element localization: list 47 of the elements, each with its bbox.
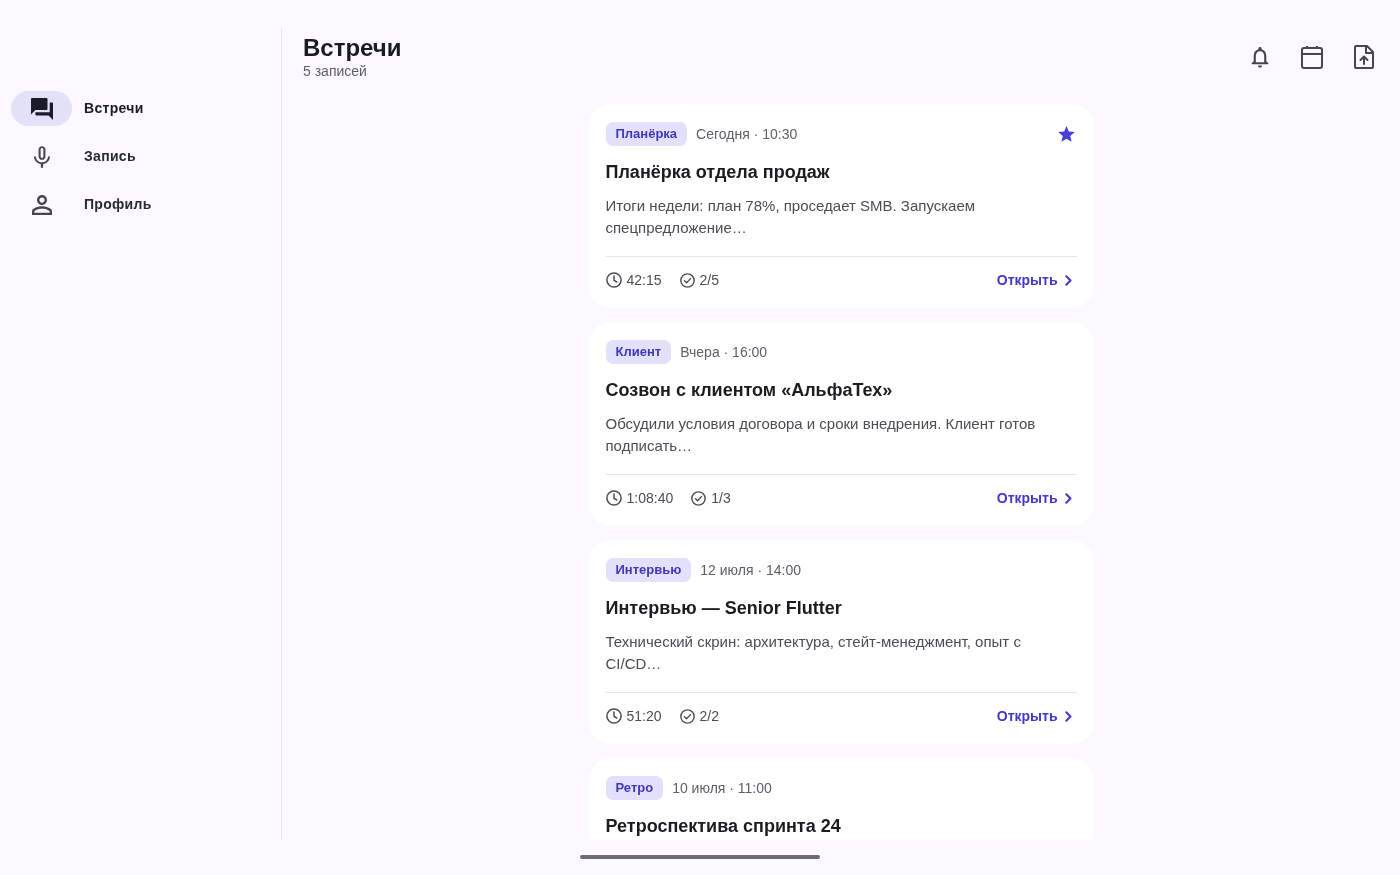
open-link[interactable]: Открыть xyxy=(996,269,1077,291)
meeting-title: Созвон с клиентом «АльфаТех» xyxy=(605,379,894,402)
page-title: Встречи xyxy=(303,33,402,63)
chevron-right-icon xyxy=(1064,492,1072,504)
duration-text: 51:20 xyxy=(626,706,662,726)
check-circle-icon xyxy=(679,272,695,288)
tasks-count: 2/2 xyxy=(699,706,719,726)
meeting-title: Ретроспектива спринта 24 xyxy=(605,815,842,838)
clock-icon xyxy=(605,272,622,288)
nav-item[interactable]: Встречи xyxy=(11,91,270,126)
meeting-summary: Обсудили условия договора и сроки внедрения. Клиент готов подписать… xyxy=(605,414,1037,456)
clock-icon xyxy=(605,490,622,506)
nav-item[interactable]: Запись xyxy=(11,139,270,174)
duration-text: 42:15 xyxy=(626,270,662,290)
category-tag: Ретро xyxy=(605,776,664,800)
bell-icon xyxy=(1250,46,1270,68)
meeting-summary: Технический скрин: архитектура, стейт-менеджмент, опыт с CI/CD… xyxy=(605,632,1022,674)
microphone-icon xyxy=(33,145,50,168)
meeting-title: Интервью — Senior Flutter xyxy=(605,597,843,620)
meeting-date: Сегодня · 10:30 xyxy=(696,124,798,144)
chevron-right-icon xyxy=(1064,710,1072,722)
chat-bubbles-icon xyxy=(30,97,53,120)
calendar-button[interactable] xyxy=(1300,45,1324,69)
meeting-title: Планёрка отдела продаж xyxy=(605,161,831,184)
category-tag: Клиент xyxy=(605,340,672,364)
clock-icon xyxy=(605,708,622,724)
person-icon xyxy=(31,194,52,215)
meeting-date: 10 июля · 11:00 xyxy=(672,778,772,798)
nav-item[interactable]: Профиль xyxy=(11,187,270,222)
check-circle-icon xyxy=(679,708,695,724)
file-upload-icon xyxy=(1354,45,1374,69)
open-link[interactable]: Открыть xyxy=(996,705,1077,727)
tasks-count: 2/5 xyxy=(699,270,719,290)
tasks-count: 1/3 xyxy=(711,488,731,508)
meeting-date: 12 июля · 14:00 xyxy=(700,560,802,580)
record-count: 5 записей xyxy=(303,63,368,79)
calendar-icon xyxy=(1300,45,1324,69)
star-icon[interactable] xyxy=(1057,126,1075,142)
category-tag: Интервью xyxy=(605,558,692,582)
export-button[interactable] xyxy=(1352,45,1376,69)
chevron-right-icon xyxy=(1064,274,1072,286)
category-tag: Планёрка xyxy=(605,122,688,146)
open-link[interactable]: Открыть xyxy=(996,487,1077,509)
check-circle-icon xyxy=(691,490,707,506)
meeting-summary: Итоги недели: план 78%, проседает SMB. Запускаем спецпредложение… xyxy=(605,196,977,238)
duration-text: 1:08:40 xyxy=(626,488,674,508)
meeting-date: Вчера · 16:00 xyxy=(680,342,768,362)
